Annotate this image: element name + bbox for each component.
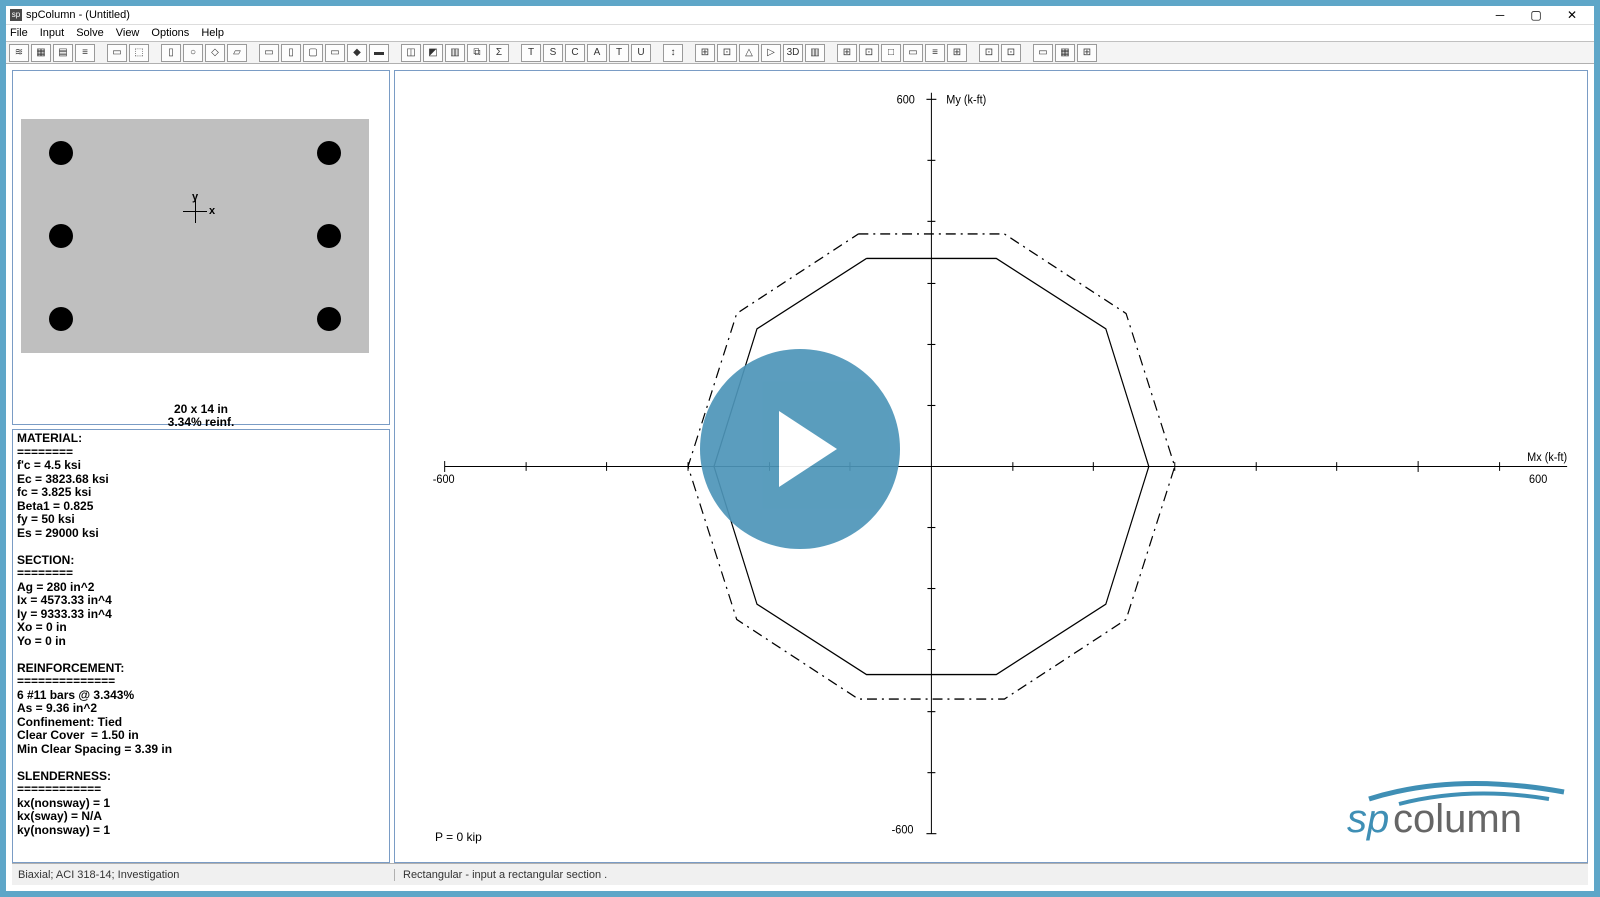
svg-text:sp: sp <box>1347 797 1389 841</box>
toolbar-button-24[interactable]: Σ <box>489 44 509 62</box>
minimize-button[interactable]: ─ <box>1482 6 1518 24</box>
section-caption: 20 x 14 in 3.34% reinf. <box>13 403 389 429</box>
toolbar-button-23[interactable]: ⧉ <box>467 44 487 62</box>
results-text-pane[interactable]: MATERIAL: ======== f'c = 4.5 ksi Ec = 38… <box>12 429 390 863</box>
status-left: Biaxial; ACI 318-14; Investigation <box>12 869 394 881</box>
toolbar-button-52[interactable]: ▭ <box>1033 44 1053 62</box>
svg-text:-600: -600 <box>433 473 455 486</box>
maximize-button[interactable]: ▢ <box>1518 6 1554 24</box>
section-canvas: y x <box>21 119 369 353</box>
interaction-plot: 600 -600 -600 600 My (k-ft) Mx (k-ft) <box>395 71 1587 862</box>
toolbar-button-28[interactable]: C <box>565 44 585 62</box>
toolbar-button-1[interactable]: ▦ <box>31 44 51 62</box>
rebar-dot <box>317 224 341 248</box>
toolbar-button-6[interactable]: ⬚ <box>129 44 149 62</box>
menu-file[interactable]: File <box>10 27 28 39</box>
title-bar: sp spColumn - (Untitled) ─ ▢ ✕ <box>6 6 1594 24</box>
y-axis-label: y <box>192 191 198 203</box>
toolbar-button-27[interactable]: S <box>543 44 563 62</box>
interaction-diagram-pane: 600 -600 -600 600 My (k-ft) Mx (k-ft) P … <box>394 70 1588 863</box>
svg-text:column: column <box>1393 797 1522 841</box>
toolbar-button-50[interactable]: ⊡ <box>1001 44 1021 62</box>
toolbar-button-46[interactable]: ≡ <box>925 44 945 62</box>
toolbar: ≋▦▤≡▭⬚▯○◇▱▭▯▢▭◆▬◫◩▥⧉ΣTSCATU↕⊞⊡△▷3D▥⊞⊡□▭≡… <box>6 42 1594 64</box>
status-bar: Biaxial; ACI 318-14; Investigation Recta… <box>12 863 1588 885</box>
status-right: Rectangular - input a rectangular sectio… <box>394 869 1588 881</box>
play-icon <box>779 411 837 487</box>
toolbar-button-20[interactable]: ◫ <box>401 44 421 62</box>
toolbar-button-49[interactable]: ⊡ <box>979 44 999 62</box>
toolbar-button-21[interactable]: ◩ <box>423 44 443 62</box>
toolbar-button-10[interactable]: ◇ <box>205 44 225 62</box>
svg-text:Mx (k-ft): Mx (k-ft) <box>1527 452 1567 465</box>
svg-text:-600: -600 <box>892 824 914 837</box>
toolbar-button-35[interactable]: ⊞ <box>695 44 715 62</box>
menu-help[interactable]: Help <box>201 27 224 39</box>
toolbar-button-36[interactable]: ⊡ <box>717 44 737 62</box>
menu-view[interactable]: View <box>116 27 140 39</box>
toolbar-button-16[interactable]: ▭ <box>325 44 345 62</box>
toolbar-button-31[interactable]: U <box>631 44 651 62</box>
toolbar-button-43[interactable]: ⊡ <box>859 44 879 62</box>
toolbar-button-18[interactable]: ▬ <box>369 44 389 62</box>
close-button[interactable]: ✕ <box>1554 6 1590 24</box>
toolbar-button-15[interactable]: ▢ <box>303 44 323 62</box>
toolbar-button-26[interactable]: T <box>521 44 541 62</box>
svg-text:600: 600 <box>1529 473 1547 486</box>
toolbar-button-17[interactable]: ◆ <box>347 44 367 62</box>
menu-input[interactable]: Input <box>40 27 64 39</box>
toolbar-button-0[interactable]: ≋ <box>9 44 29 62</box>
rebar-dot <box>49 307 73 331</box>
spcolumn-logo: sp column <box>1339 774 1569 844</box>
toolbar-button-33[interactable]: ↕ <box>663 44 683 62</box>
toolbar-button-39[interactable]: 3D <box>783 44 803 62</box>
toolbar-button-29[interactable]: A <box>587 44 607 62</box>
toolbar-button-42[interactable]: ⊞ <box>837 44 857 62</box>
toolbar-button-47[interactable]: ⊞ <box>947 44 967 62</box>
toolbar-button-40[interactable]: ▥ <box>805 44 825 62</box>
toolbar-button-30[interactable]: T <box>609 44 629 62</box>
menu-options[interactable]: Options <box>151 27 189 39</box>
svg-text:600: 600 <box>897 94 915 107</box>
menu-solve[interactable]: Solve <box>76 27 104 39</box>
rebar-dot <box>49 141 73 165</box>
rebar-dot <box>317 141 341 165</box>
toolbar-button-2[interactable]: ▤ <box>53 44 73 62</box>
toolbar-button-22[interactable]: ▥ <box>445 44 465 62</box>
toolbar-button-8[interactable]: ▯ <box>161 44 181 62</box>
p-value-label: P = 0 kip <box>435 830 482 844</box>
toolbar-button-5[interactable]: ▭ <box>107 44 127 62</box>
toolbar-button-3[interactable]: ≡ <box>75 44 95 62</box>
toolbar-button-54[interactable]: ⊞ <box>1077 44 1097 62</box>
section-view-pane: y x 20 x 14 in 3.34% reinf. <box>12 70 390 425</box>
x-axis-label: x <box>209 205 215 217</box>
menu-bar: File Input Solve View Options Help <box>6 24 1594 42</box>
toolbar-button-37[interactable]: △ <box>739 44 759 62</box>
section-reinf: 3.34% reinf. <box>13 416 389 429</box>
toolbar-button-44[interactable]: □ <box>881 44 901 62</box>
rebar-dot <box>317 307 341 331</box>
toolbar-button-53[interactable]: ▦ <box>1055 44 1075 62</box>
results-text: MATERIAL: ======== f'c = 4.5 ksi Ec = 38… <box>13 430 389 839</box>
rebar-dot <box>49 224 73 248</box>
toolbar-button-11[interactable]: ▱ <box>227 44 247 62</box>
window-title: spColumn - (Untitled) <box>26 9 130 21</box>
toolbar-button-13[interactable]: ▭ <box>259 44 279 62</box>
play-button[interactable] <box>700 349 900 549</box>
toolbar-button-45[interactable]: ▭ <box>903 44 923 62</box>
toolbar-button-14[interactable]: ▯ <box>281 44 301 62</box>
toolbar-button-9[interactable]: ○ <box>183 44 203 62</box>
app-icon: sp <box>10 9 22 21</box>
svg-text:My (k-ft): My (k-ft) <box>946 94 986 107</box>
toolbar-button-38[interactable]: ▷ <box>761 44 781 62</box>
